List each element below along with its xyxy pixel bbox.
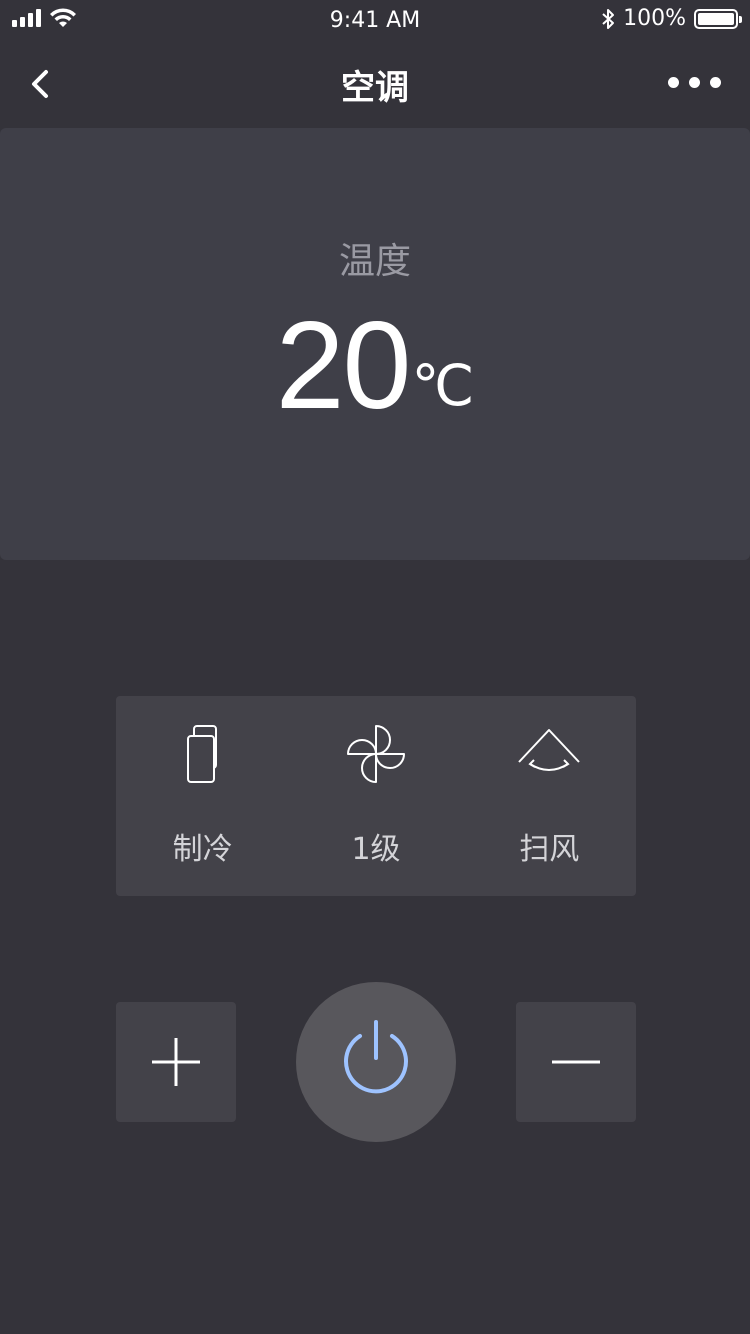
temperature-label: 温度 — [338, 241, 411, 282]
power-button[interactable] — [296, 982, 456, 1142]
swing-button[interactable]: 扫风 — [463, 696, 636, 896]
mode-cooling-label: 制冷 — [172, 832, 233, 867]
bluetooth-icon — [602, 8, 615, 29]
status-bar: 9:41 AM 100% — [0, 0, 750, 40]
battery-icon — [694, 8, 742, 29]
power-icon — [344, 1020, 408, 1094]
more-dots-icon — [668, 76, 679, 88]
swing-label: 扫风 — [519, 832, 580, 867]
fan-speed-button[interactable]: 1级 — [289, 696, 462, 896]
nav-bar: 空调 — [0, 40, 750, 128]
fan-icon — [346, 725, 405, 783]
temperature-display: 20℃ — [0, 296, 750, 436]
minus-icon — [552, 1060, 600, 1064]
temperature-value: 20 — [275, 297, 412, 435]
plus-icon — [152, 1038, 200, 1086]
status-right: 100% — [601, 6, 742, 31]
screen: 9:41 AM 100% 空调 温度 20℃ 制冷 1级 扫风 — [0, 0, 750, 1334]
mode-panel: 制冷 1级 扫风 — [116, 696, 636, 896]
page-title: 空调 — [341, 68, 409, 108]
mode-cooling-button[interactable]: 制冷 — [116, 696, 289, 896]
swing-icon — [518, 729, 581, 771]
more-button[interactable] — [668, 70, 724, 94]
increase-temperature-button[interactable] — [116, 1002, 236, 1122]
temperature-unit: ℃ — [411, 354, 475, 417]
temperature-card: 温度 20℃ — [0, 128, 750, 560]
battery-percent: 100% — [623, 6, 686, 31]
fan-speed-label: 1级 — [351, 832, 401, 867]
decrease-temperature-button[interactable] — [516, 1002, 636, 1122]
cooling-mode-icon — [186, 725, 217, 783]
